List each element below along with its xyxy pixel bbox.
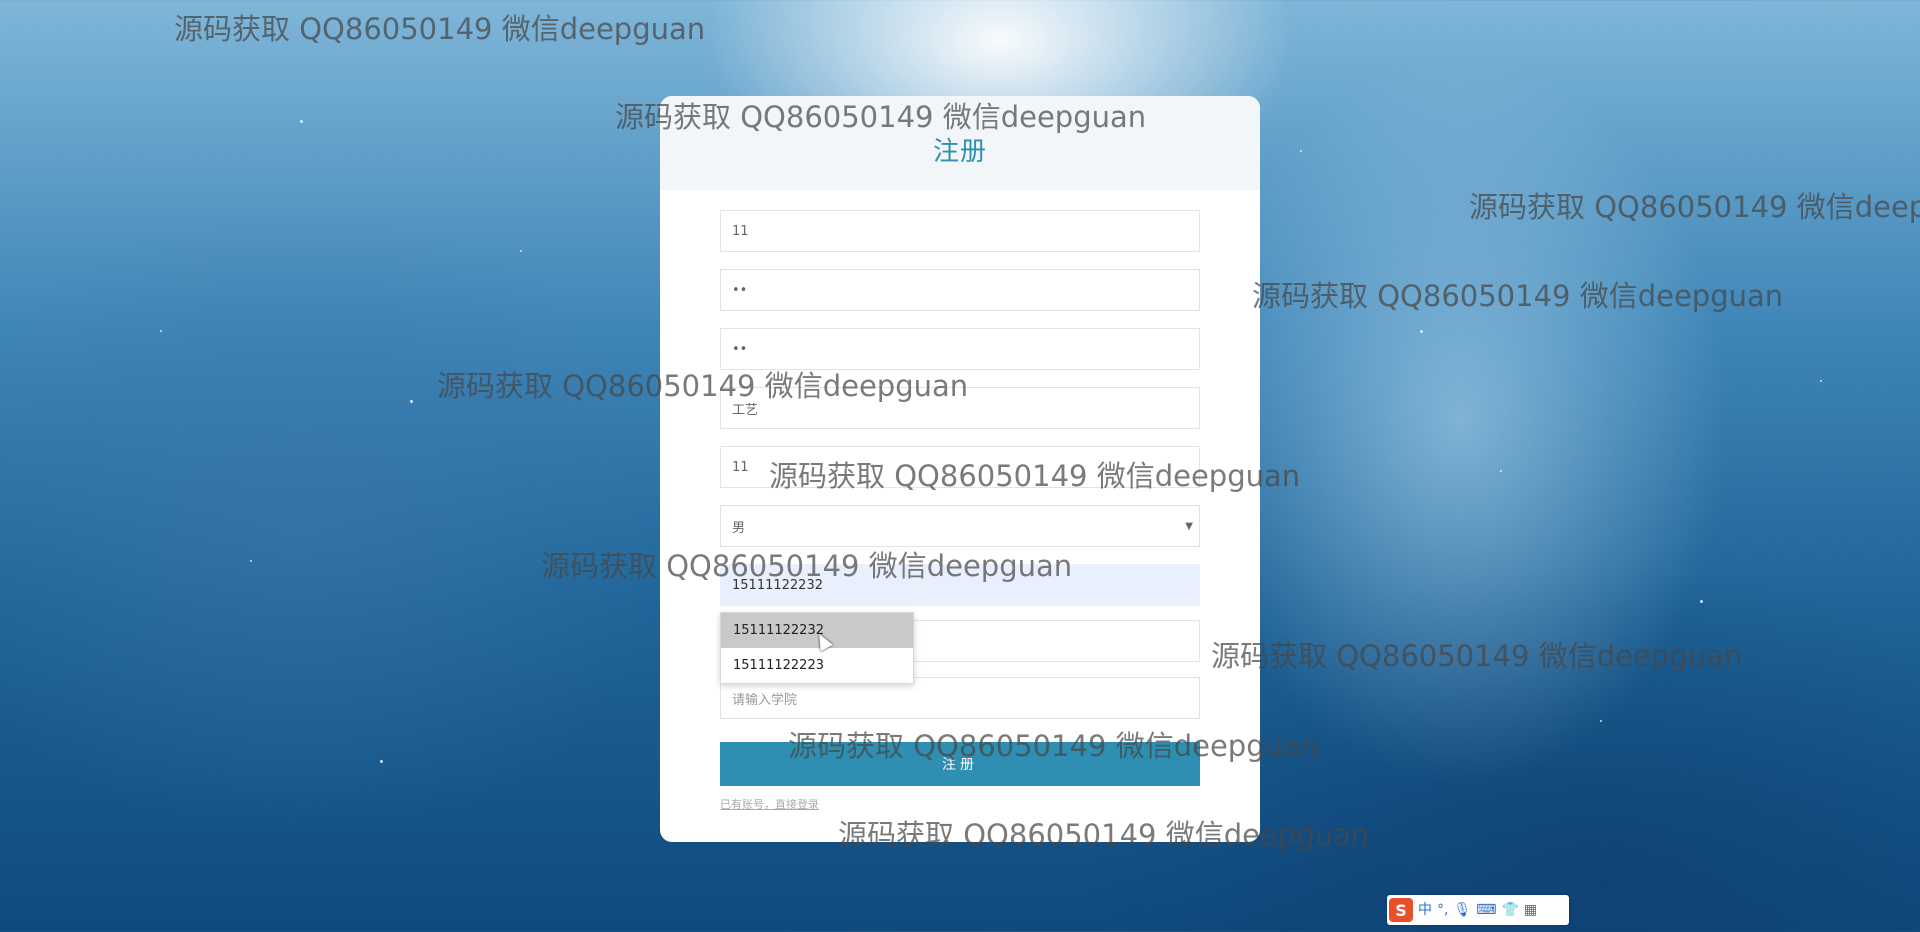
watermark: 源码获取 QQ86050149 微信deepguan <box>174 12 706 46</box>
watermark: 源码获取 QQ86050149 微信deepguan <box>1211 639 1743 673</box>
card-header: 注册 <box>660 96 1260 190</box>
page-title: 注册 <box>932 137 987 167</box>
age-value: 11 <box>732 459 749 475</box>
ime-language-toggle[interactable]: 中 <box>1418 903 1432 917</box>
phone-value: 15111122232 <box>732 577 823 593</box>
chevron-down-icon: ▼ <box>1185 521 1193 532</box>
password-value: •• <box>732 282 748 298</box>
college-placeholder: 请输入学院 <box>732 692 798 708</box>
keyboard-icon[interactable]: ⌨ <box>1476 903 1496 917</box>
shirt-icon[interactable]: 👕 <box>1501 903 1518 917</box>
gender-value: 男 <box>732 520 746 536</box>
ime-punctuation-toggle[interactable]: °, <box>1437 903 1448 917</box>
watermark: 源码获取 QQ86050149 微信deepguan <box>1252 279 1784 313</box>
password-field[interactable]: •• <box>720 269 1200 311</box>
age-field[interactable]: 11 <box>720 446 1200 488</box>
major-field[interactable]: 工艺 <box>720 387 1200 429</box>
username-field[interactable]: 11 <box>720 210 1200 252</box>
sogou-logo-icon[interactable]: S <box>1389 898 1413 922</box>
phone-field[interactable]: 15111122232 <box>720 564 1200 606</box>
autocomplete-item[interactable]: 15111122223 <box>721 648 913 683</box>
login-link[interactable]: 已有账号，直接登录 <box>720 796 819 812</box>
ime-toolbar: S 中 °, 🎙 ⌨ 👕 ▦ <box>1387 895 1569 925</box>
microphone-icon[interactable]: 🎙 <box>1453 903 1471 917</box>
username-value: 11 <box>732 223 749 239</box>
gender-select[interactable]: 男 ▼ <box>720 505 1200 547</box>
register-card: 注册 11 •• •• 工艺 11 男 ▼ 15111122232 请输入学院 … <box>660 96 1260 842</box>
confirm-password-field[interactable]: •• <box>720 328 1200 370</box>
confirm-password-value: •• <box>732 341 748 357</box>
major-value: 工艺 <box>732 402 759 418</box>
register-button[interactable]: 注册 <box>720 742 1200 786</box>
grid-icon[interactable]: ▦ <box>1524 903 1537 917</box>
autocomplete-dropdown: 15111122232 15111122223 <box>720 612 914 684</box>
watermark: 源码获取 QQ86050149 微信deepguan <box>1469 190 1920 224</box>
